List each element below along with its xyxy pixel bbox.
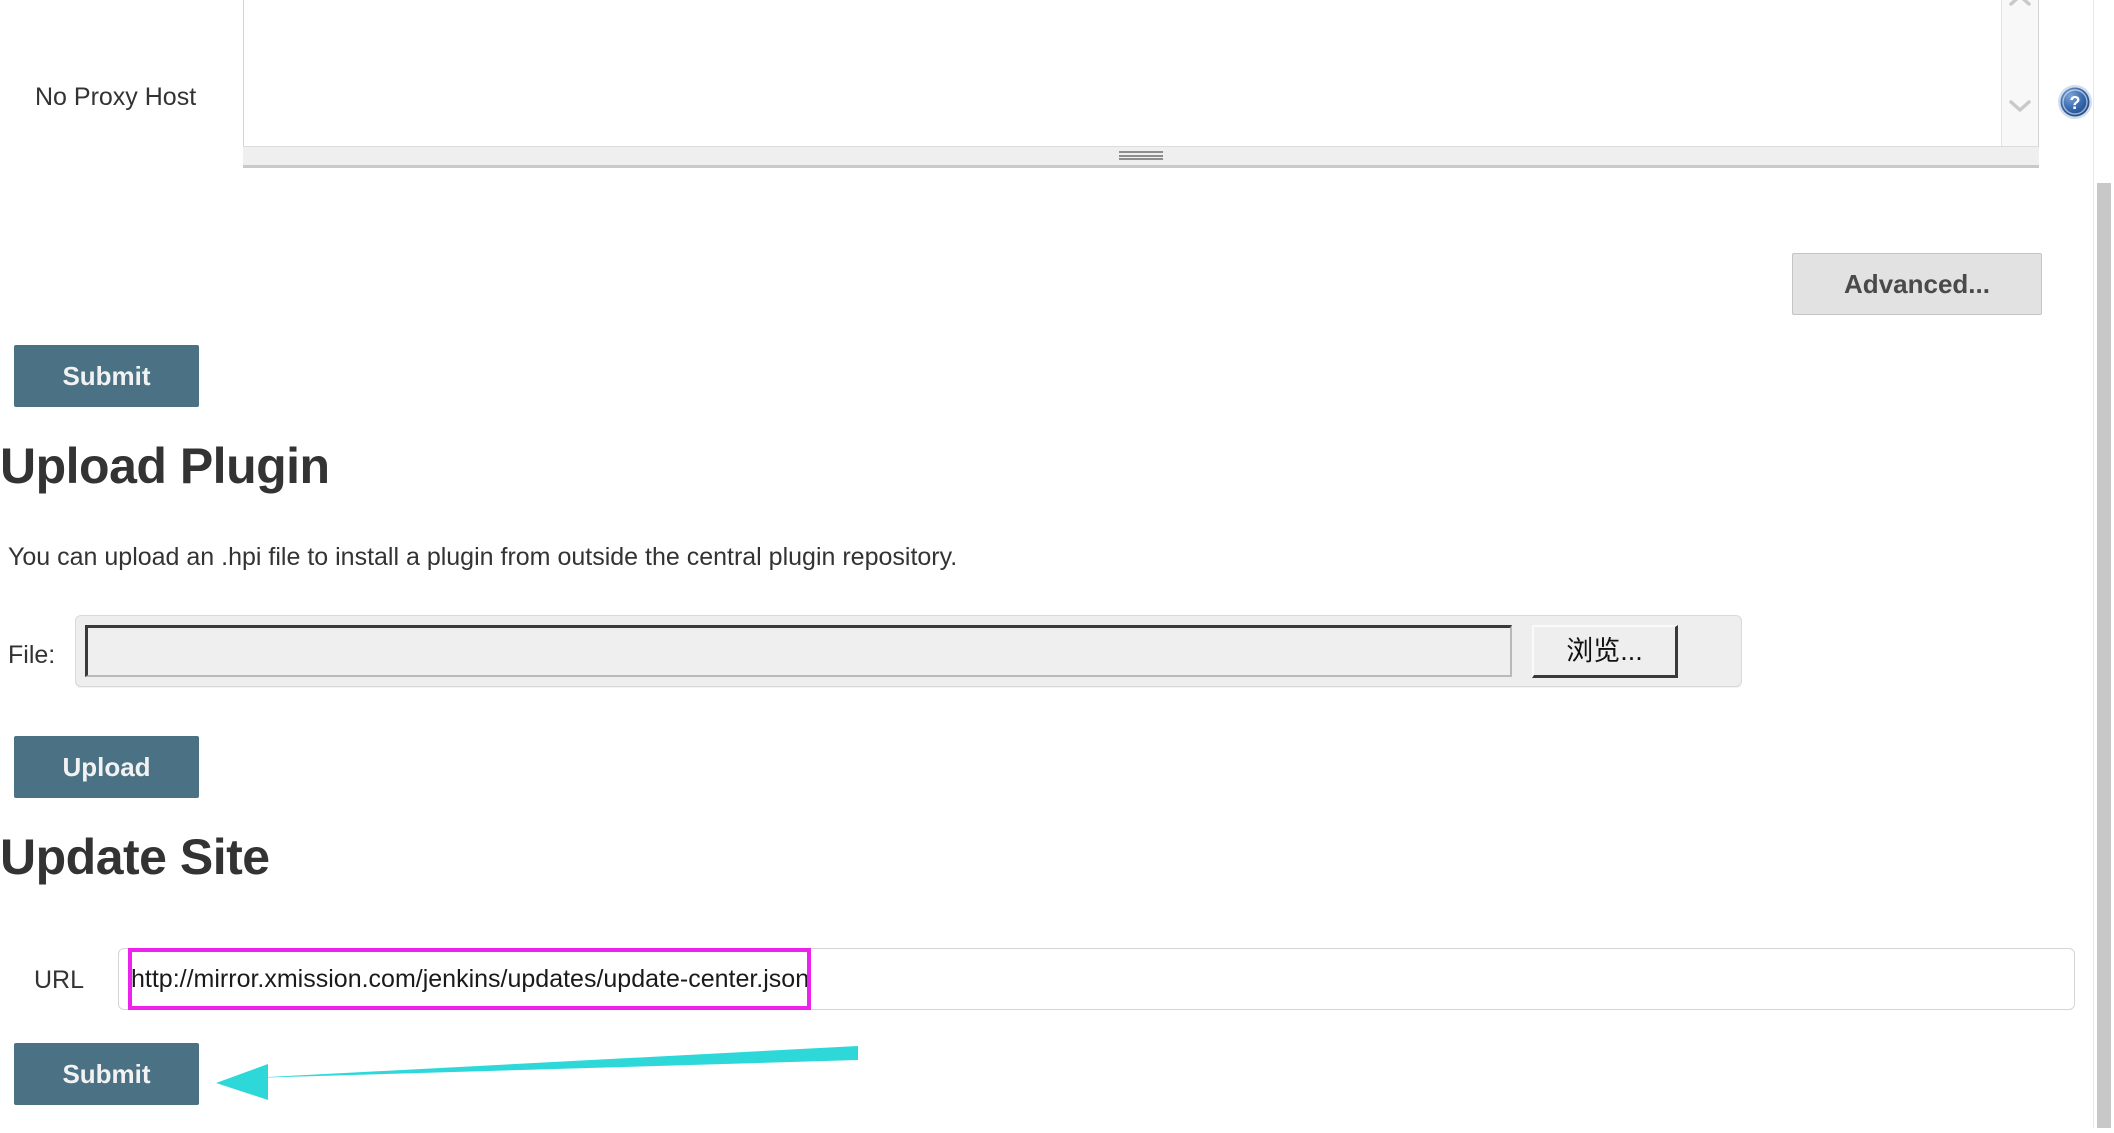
- upload-button[interactable]: Upload: [14, 736, 199, 798]
- annotation-arrow-icon: [210, 1038, 860, 1128]
- update-site-submit-button[interactable]: Submit: [14, 1043, 199, 1105]
- file-browse-button[interactable]: 浏览...: [1532, 625, 1678, 678]
- advanced-button[interactable]: Advanced...: [1792, 253, 2042, 315]
- no-proxy-host-textarea[interactable]: [243, 0, 2039, 152]
- upload-plugin-description: You can upload an .hpi file to install a…: [8, 543, 958, 571]
- file-path-input[interactable]: [85, 625, 1512, 677]
- resize-grip-icon[interactable]: [1119, 151, 1163, 160]
- no-proxy-host-field-wrap: [243, 0, 2041, 168]
- help-question-icon[interactable]: ?: [2057, 84, 2093, 120]
- upload-plugin-heading: Upload Plugin: [0, 438, 330, 494]
- file-upload-row: File: 浏览...: [0, 615, 1760, 700]
- page-scrollbar[interactable]: [2093, 0, 2114, 1128]
- update-site-heading: Update Site: [0, 829, 270, 885]
- file-label: File:: [8, 641, 56, 669]
- update-site-url-row: URL: [0, 948, 2080, 1020]
- url-label: URL: [34, 966, 85, 994]
- page-scrollbar-thumb[interactable]: [2097, 183, 2111, 1128]
- svg-text:?: ?: [2070, 93, 2081, 113]
- url-input[interactable]: [118, 948, 2075, 1010]
- file-input-control[interactable]: 浏览...: [75, 615, 1742, 687]
- no-proxy-host-row: No Proxy Host ?: [0, 0, 2092, 210]
- no-proxy-host-label: No Proxy Host: [35, 83, 197, 111]
- proxy-submit-button[interactable]: Submit: [14, 345, 199, 407]
- textarea-resize-bar[interactable]: [243, 146, 2039, 168]
